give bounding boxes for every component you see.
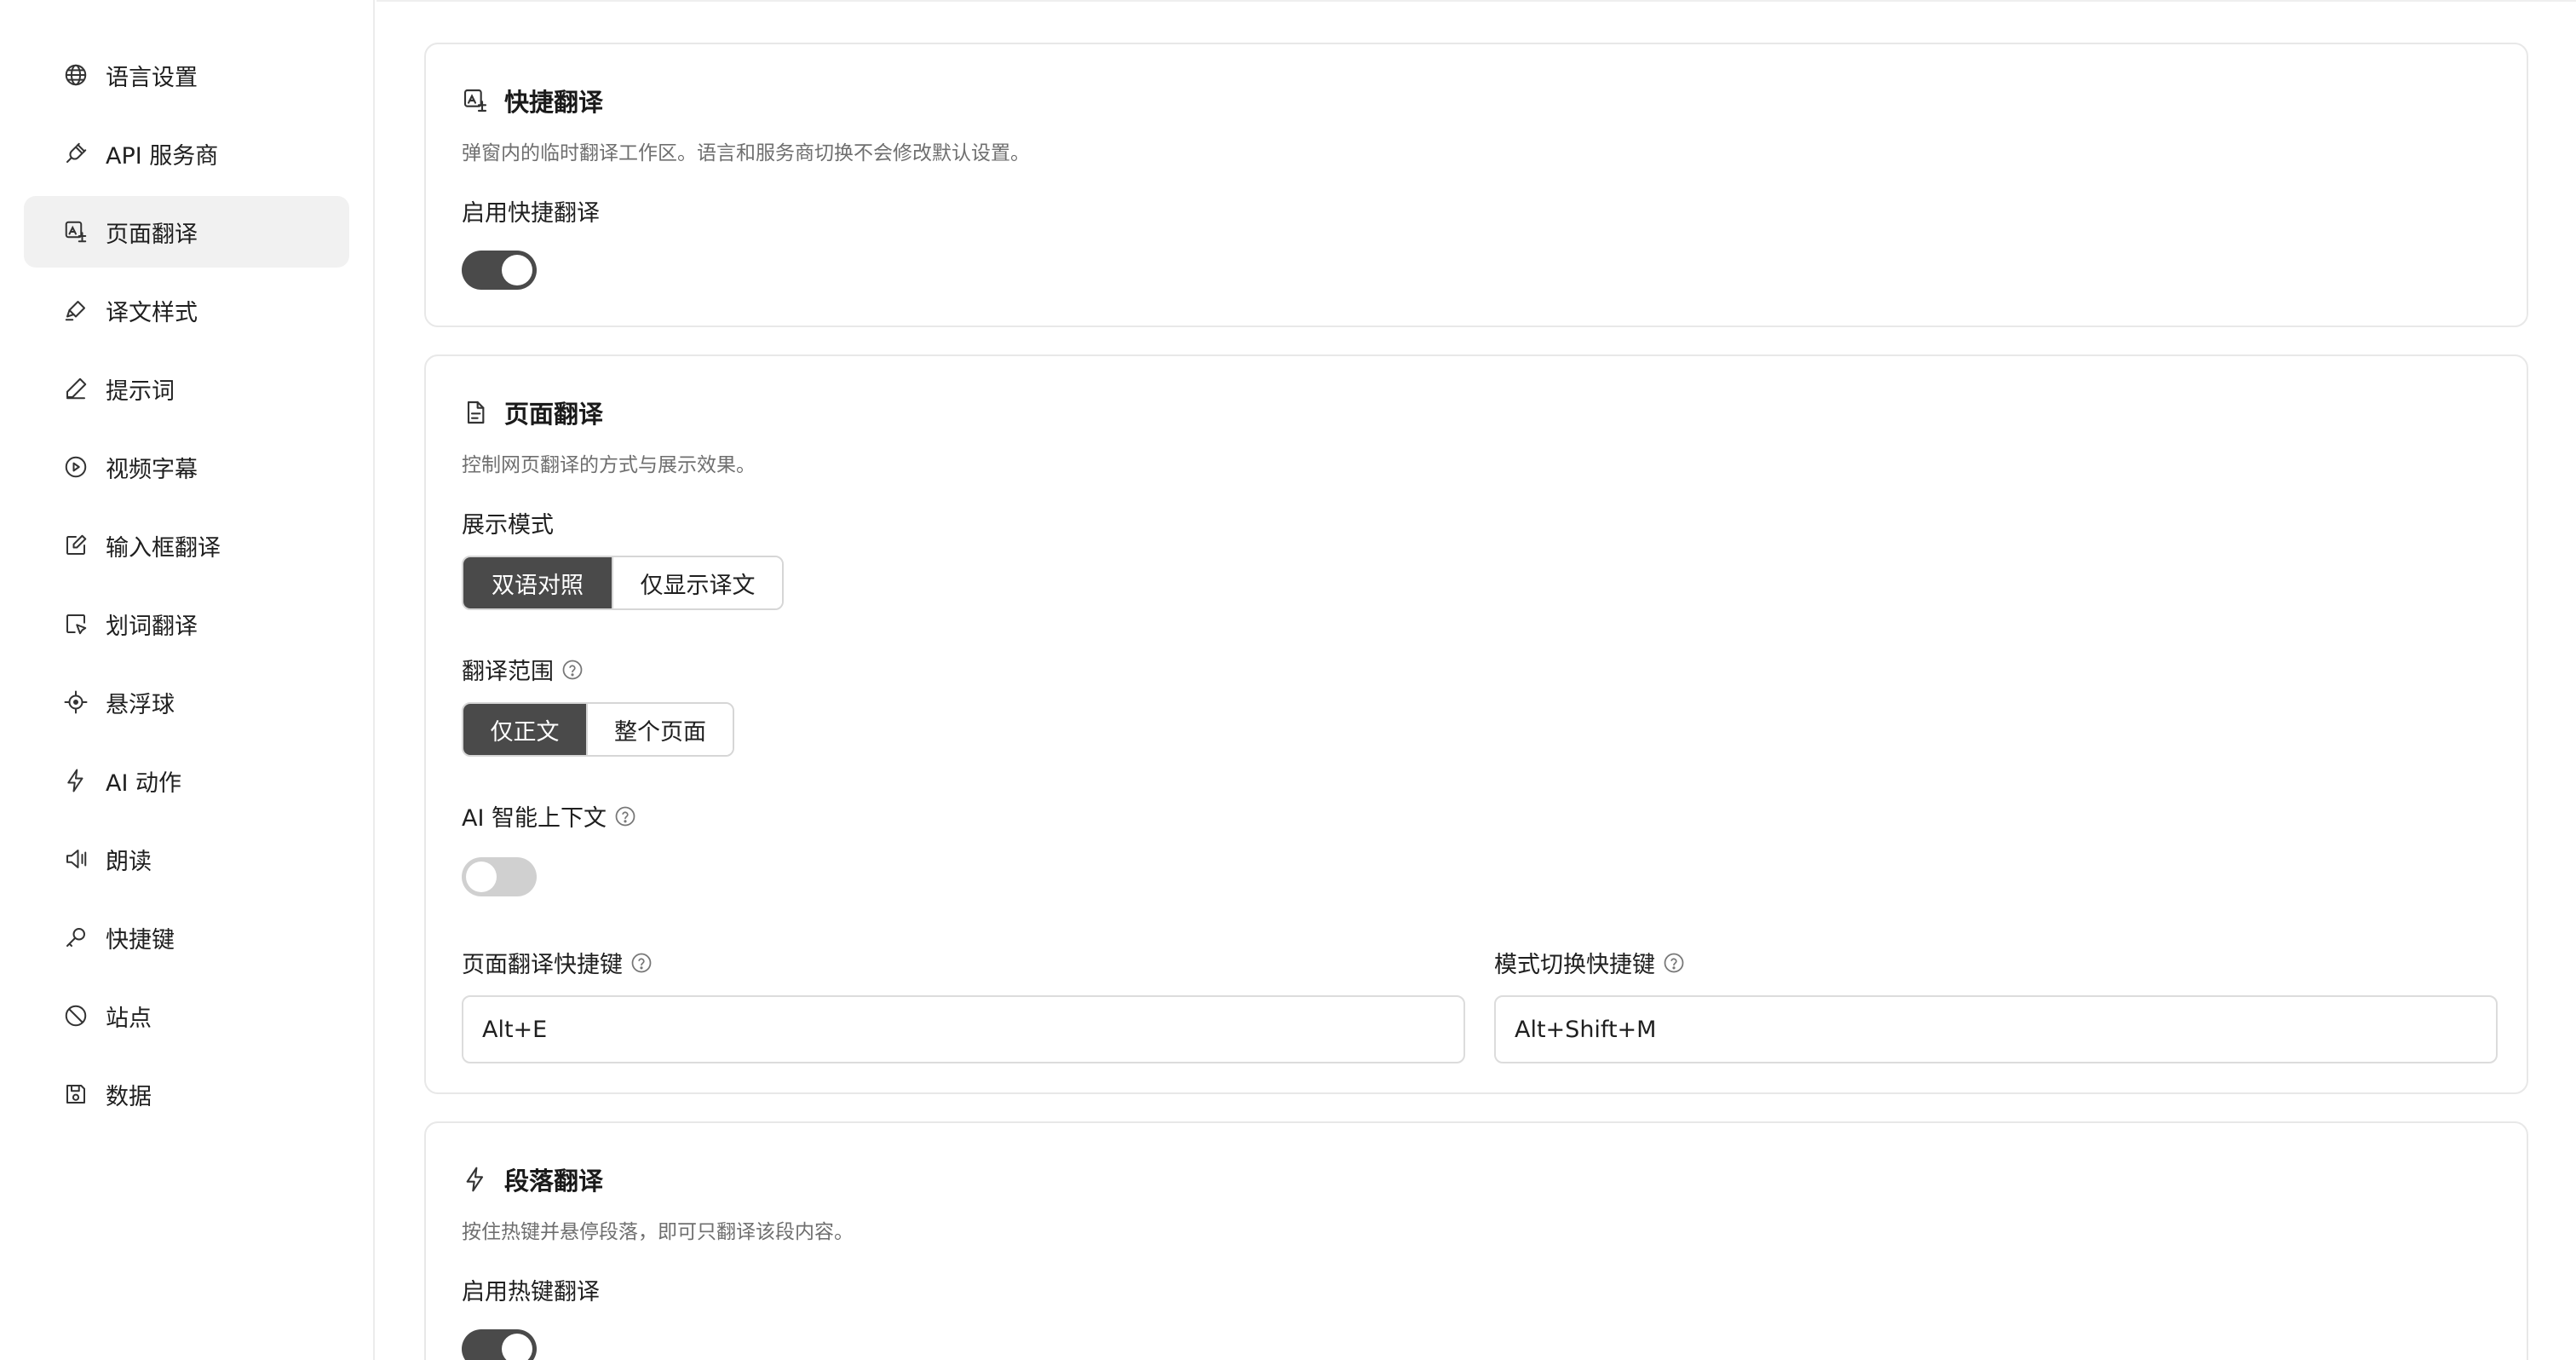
sidebar-item-language[interactable]: 语言设置 [24, 39, 349, 111]
settings-content: 快捷翻译 弹窗内的临时翻译工作区。语言和服务商切换不会修改默认设置。 启用快捷翻… [377, 0, 2576, 1360]
enable-hotkey-translate-label: 启用热键翻译 [462, 1279, 600, 1305]
sidebar-item-label: 视频字幕 [106, 456, 198, 483]
help-icon[interactable] [613, 804, 637, 828]
sidebar-item-video-subtitles[interactable]: 视频字幕 [24, 431, 349, 503]
mode-switch-shortcut-input[interactable]: Alt+Shift+M [1494, 995, 2498, 1063]
sidebar-item-label: API 服务商 [106, 142, 219, 170]
ai-context-label: AI 智能上下文 [462, 799, 637, 833]
lightning-icon [63, 768, 89, 793]
sidebar-item-label: 数据 [106, 1083, 152, 1110]
sidebar-item-label: AI 动作 [106, 769, 182, 797]
sidebar-item-page-translate[interactable]: 页面翻译 [24, 196, 349, 268]
lightning-icon [462, 1166, 489, 1193]
sidebar-item-label: 提示词 [106, 377, 175, 405]
card-description: 按住热键并悬停段落，即可只翻译该段内容。 [462, 1221, 854, 1243]
select-cursor-icon [63, 611, 89, 637]
sidebar-item-label: 悬浮球 [106, 691, 175, 718]
document-icon [462, 399, 489, 426]
toggle-knob [502, 255, 532, 285]
display-mode-translation-only-button[interactable]: 仅显示译文 [612, 557, 782, 608]
ai-context-toggle[interactable] [462, 857, 537, 896]
sidebar-item-floating-ball[interactable]: 悬浮球 [24, 666, 349, 738]
display-mode-label: 展示模式 [462, 512, 554, 539]
globe-icon [63, 62, 89, 88]
sidebar-item-label: 语言设置 [106, 64, 198, 91]
settings-app: 语言设置 API 服务商 页面翻译 译文样式 提示词 视频字幕 输入框翻译 划词… [0, 0, 2576, 1360]
sidebar-item-prompts[interactable]: 提示词 [24, 353, 349, 424]
card-title: 段落翻译 [462, 1161, 603, 1198]
plug-icon [63, 141, 89, 166]
help-icon[interactable] [630, 951, 653, 975]
paragraph-translate-card: 段落翻译 按住热键并悬停段落，即可只翻译该段内容。 启用热键翻译 [424, 1121, 2528, 1360]
display-mode-bilingual-button[interactable]: 双语对照 [463, 557, 612, 608]
enable-hotkey-translate-toggle[interactable] [462, 1329, 537, 1360]
card-description: 弹窗内的临时翻译工作区。语言和服务商切换不会修改默认设置。 [462, 142, 1030, 164]
sidebar: 语言设置 API 服务商 页面翻译 译文样式 提示词 视频字幕 输入框翻译 划词… [0, 0, 375, 1360]
sidebar-item-ai-actions[interactable]: AI 动作 [24, 745, 349, 816]
sidebar-item-label: 快捷键 [106, 926, 175, 954]
toggle-knob [502, 1334, 532, 1360]
key-icon [63, 925, 89, 950]
card-title: 快捷翻译 [462, 82, 603, 119]
display-mode-segmented: 双语对照 仅显示译文 [462, 556, 784, 610]
quick-translate-card: 快捷翻译 弹窗内的临时翻译工作区。语言和服务商切换不会修改默认设置。 启用快捷翻… [424, 43, 2528, 327]
sidebar-item-label: 朗读 [106, 848, 152, 875]
crosshair-icon [63, 689, 89, 715]
translate-scope-segmented: 仅正文 整个页面 [462, 702, 734, 757]
page-translate-icon [462, 87, 489, 114]
sidebar-item-label: 站点 [106, 1005, 152, 1032]
mode-switch-shortcut-label: 模式切换快捷键 [1494, 946, 1686, 979]
card-title: 页面翻译 [462, 394, 603, 431]
help-icon[interactable] [1662, 951, 1686, 975]
sidebar-item-translation-style[interactable]: 译文样式 [24, 274, 349, 346]
sidebar-item-api-provider[interactable]: API 服务商 [24, 118, 349, 189]
sidebar-item-shortcuts[interactable]: 快捷键 [24, 902, 349, 973]
translate-scope-label: 翻译范围 [462, 653, 584, 686]
sidebar-item-data[interactable]: 数据 [24, 1058, 349, 1130]
highlighter-icon [63, 297, 89, 323]
top-divider [377, 0, 2576, 2]
sidebar-item-label: 输入框翻译 [106, 534, 221, 562]
speaker-icon [63, 846, 89, 872]
sidebar-item-label: 划词翻译 [106, 613, 198, 640]
save-icon [63, 1081, 89, 1107]
sidebar-item-label: 译文样式 [106, 299, 198, 326]
scope-whole-page-button[interactable]: 整个页面 [586, 704, 733, 755]
sidebar-item-selection-translate[interactable]: 划词翻译 [24, 588, 349, 660]
page-translate-shortcut-label: 页面翻译快捷键 [462, 946, 653, 979]
page-translate-card: 页面翻译 控制网页翻译的方式与展示效果。 展示模式 双语对照 仅显示译文 翻译范… [424, 354, 2528, 1094]
card-description: 控制网页翻译的方式与展示效果。 [462, 454, 756, 476]
toggle-knob [466, 862, 497, 892]
scope-body-only-button[interactable]: 仅正文 [463, 704, 586, 755]
sidebar-nav: 语言设置 API 服务商 页面翻译 译文样式 提示词 视频字幕 输入框翻译 划词… [24, 39, 349, 1137]
page-translate-icon [63, 219, 89, 245]
sidebar-item-input-translate[interactable]: 输入框翻译 [24, 510, 349, 581]
sidebar-item-label: 页面翻译 [106, 221, 198, 248]
sidebar-item-read-aloud[interactable]: 朗读 [24, 823, 349, 895]
page-translate-shortcut-input[interactable]: Alt+E [462, 995, 1465, 1063]
enable-quick-translate-toggle[interactable] [462, 251, 537, 290]
edit-box-icon [63, 533, 89, 558]
help-icon[interactable] [561, 658, 584, 682]
sidebar-item-sites[interactable]: 站点 [24, 980, 349, 1052]
play-circle-icon [63, 454, 89, 480]
pen-icon [63, 376, 89, 401]
ban-icon [63, 1003, 89, 1029]
enable-quick-translate-label: 启用快捷翻译 [462, 200, 600, 227]
